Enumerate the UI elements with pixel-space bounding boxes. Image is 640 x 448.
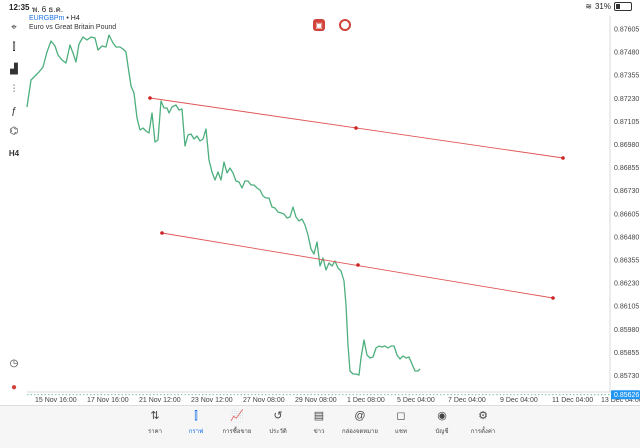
tab-account-icon: ◉ bbox=[437, 410, 447, 422]
circle-toggle-icon[interactable] bbox=[339, 19, 351, 31]
price-line bbox=[26, 34, 421, 376]
tab-quotes[interactable]: ⇅ ราคา bbox=[135, 409, 175, 436]
trend-line-anchor[interactable] bbox=[551, 296, 555, 300]
tab-news-label: ข่าว bbox=[313, 429, 325, 435]
logo-icon[interactable]: ● bbox=[4, 378, 24, 396]
tab-mailbox[interactable]: @ กล่องจดหมาย bbox=[340, 409, 380, 436]
tab-chart-icon: ⫿ bbox=[194, 410, 198, 422]
price-tick-label: 0.87480 bbox=[614, 50, 639, 57]
tab-quotes-label: ราคา bbox=[148, 429, 162, 435]
function-icon[interactable]: ƒ bbox=[4, 102, 24, 120]
price-tick-label: 0.87605 bbox=[614, 27, 639, 34]
time-tick-label: 29 Nov 08:00 bbox=[295, 397, 337, 404]
tab-chat-label: แชท bbox=[395, 429, 407, 435]
chart-title: EURGBPm • H4 bbox=[29, 15, 80, 22]
current-price-label: 0.85626 bbox=[614, 392, 639, 399]
trend-line-anchor[interactable] bbox=[356, 263, 360, 267]
trend-line-anchor[interactable] bbox=[148, 96, 152, 100]
chart-controls: ▣ bbox=[313, 19, 351, 31]
tab-quotes-icon: ⇅ bbox=[150, 410, 160, 422]
tab-account[interactable]: ◉ บัญชี bbox=[422, 409, 462, 436]
one-click-trade-icon[interactable]: ▣ bbox=[313, 19, 325, 31]
crosshair-icon[interactable]: ⌖ bbox=[4, 18, 24, 36]
price-tick-label: 0.86980 bbox=[614, 142, 639, 149]
tab-settings[interactable]: ⚙ การตั้งค่า bbox=[463, 409, 503, 436]
price-tick-label: 0.85855 bbox=[614, 350, 639, 357]
tab-account-label: บัญชี bbox=[435, 429, 449, 435]
left-toolbar: ⌖ ⫿ ▟ ⫶ ƒ ⌬ H4 ◷ ● bbox=[4, 16, 26, 406]
title-separator: • bbox=[66, 15, 69, 22]
tab-history[interactable]: ↺ ประวัติ bbox=[258, 409, 298, 436]
price-tick-label: 0.87105 bbox=[614, 119, 639, 126]
chart-type-icon[interactable]: ▟ bbox=[4, 60, 24, 78]
symbol-label[interactable]: EURGBPm bbox=[29, 15, 64, 22]
time-tick-label: 27 Nov 08:00 bbox=[243, 397, 285, 404]
timeframe-label: H4 bbox=[70, 15, 80, 22]
tab-history-label: ประวัติ bbox=[269, 429, 287, 435]
bottom-tab-bar: ⇅ ราคา ⫿ กราฟ 📈 การซื้อขาย ↺ ประวัติ ▤ ข่าว @ กล่อง… bbox=[0, 405, 640, 448]
price-tick-label: 0.87355 bbox=[614, 73, 639, 80]
time-icon[interactable]: ◷ bbox=[4, 354, 24, 372]
price-tick-label: 0.86230 bbox=[614, 281, 639, 288]
trend-line-anchor[interactable] bbox=[160, 231, 164, 235]
tab-mailbox-label: กล่องจดหมาย bbox=[341, 429, 379, 435]
tab-chart[interactable]: ⫿ กราฟ bbox=[176, 409, 216, 436]
trend-line-anchor[interactable] bbox=[354, 126, 358, 130]
timeframe-label[interactable]: H4 bbox=[4, 144, 24, 162]
tab-chat-icon: ◻ bbox=[396, 410, 406, 422]
tab-trade[interactable]: 📈 การซื้อขาย bbox=[217, 409, 257, 436]
tab-news-icon: ▤ bbox=[313, 410, 325, 422]
tab-chart-label: กราฟ bbox=[188, 429, 204, 435]
objects-icon[interactable]: ⫶ bbox=[4, 80, 24, 98]
tab-trade-label: การซื้อขาย bbox=[222, 429, 252, 435]
time-tick-label: 7 Dec 04:00 bbox=[448, 397, 486, 404]
price-tick-label: 0.85980 bbox=[614, 327, 639, 334]
time-tick-label: 1 Dec 08:00 bbox=[347, 397, 385, 404]
time-tick-label: 21 Nov 12:00 bbox=[139, 397, 181, 404]
time-tick-label: 17 Nov 16:00 bbox=[87, 397, 129, 404]
price-tick-label: 0.86855 bbox=[614, 165, 639, 172]
price-tick-label: 0.86480 bbox=[614, 234, 639, 241]
trend-line-anchor[interactable] bbox=[561, 156, 565, 160]
shapes-icon[interactable]: ⌬ bbox=[4, 122, 24, 140]
tab-mailbox-icon: @ bbox=[354, 410, 366, 422]
price-tick-label: 0.86355 bbox=[614, 258, 639, 265]
tab-news[interactable]: ▤ ข่าว bbox=[299, 409, 339, 436]
symbol-description: Euro vs Great Britain Pound bbox=[29, 24, 117, 31]
price-tick-label: 0.86105 bbox=[614, 304, 639, 311]
tab-chat[interactable]: ◻ แชท bbox=[381, 409, 421, 436]
price-tick-label: 0.86605 bbox=[614, 211, 639, 218]
price-tick-label: 0.87230 bbox=[614, 96, 639, 103]
price-tick-label: 0.85730 bbox=[614, 373, 639, 380]
time-tick-label: 9 Dec 04:00 bbox=[500, 397, 538, 404]
indicators-icon[interactable]: ⫿ bbox=[4, 38, 24, 56]
time-tick-label: 11 Dec 04:00 bbox=[552, 397, 593, 404]
time-tick-label: 23 Nov 12:00 bbox=[191, 397, 233, 404]
tab-settings-label: การตั้งค่า bbox=[470, 429, 496, 435]
time-tick-label: 5 Dec 04:00 bbox=[397, 397, 435, 404]
tab-trade-icon: 📈 bbox=[230, 410, 244, 422]
price-tick-label: 0.86730 bbox=[614, 188, 639, 195]
tab-history-icon: ↺ bbox=[273, 410, 283, 422]
tab-settings-icon: ⚙ bbox=[478, 410, 488, 422]
price-chart[interactable]: 0.87605 0.87480 0.87355 0.87230 0.87105 0.869… bbox=[0, 0, 640, 405]
time-tick-label: 15 Nov 16:00 bbox=[35, 397, 77, 404]
